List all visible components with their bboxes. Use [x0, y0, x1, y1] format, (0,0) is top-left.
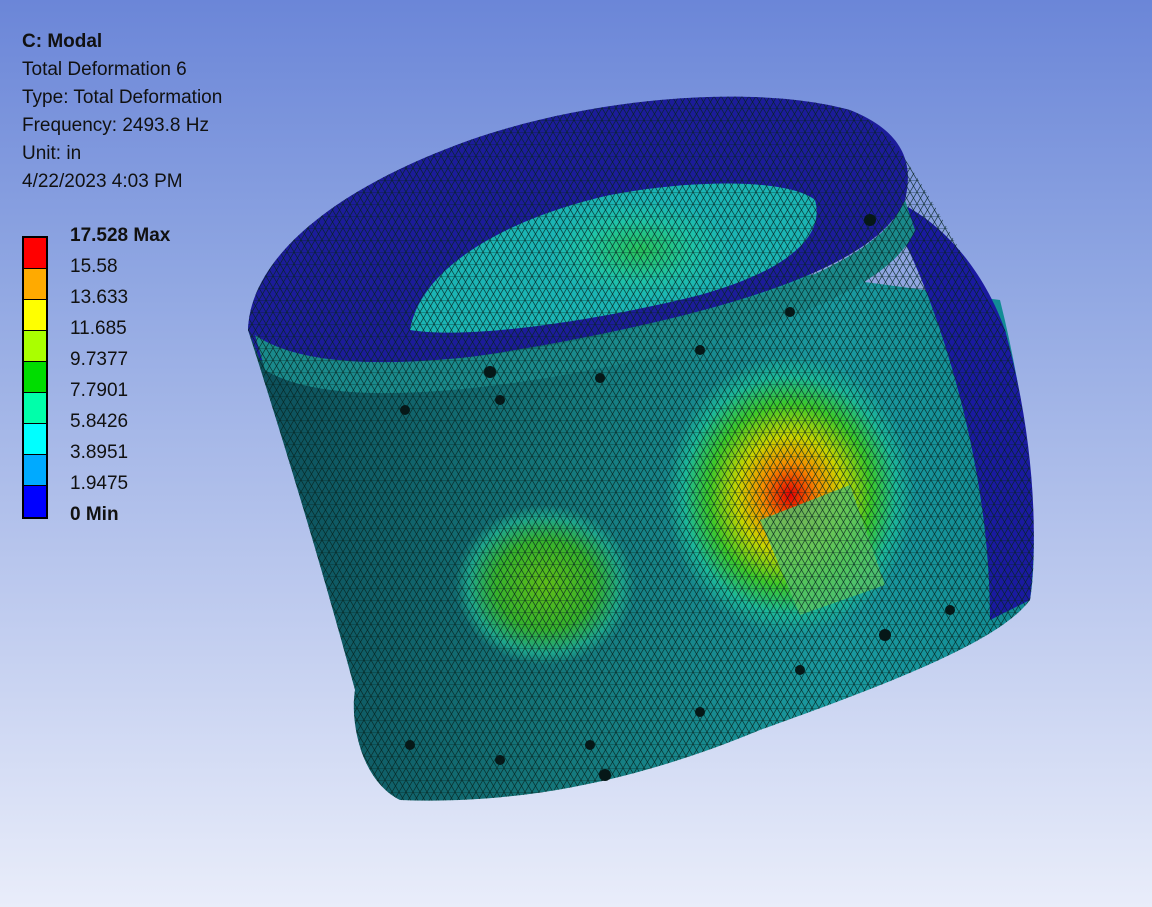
legend-label: 7.7901	[70, 380, 129, 401]
mesh-overlay	[248, 96, 1034, 801]
legend-label: 11.685	[70, 318, 127, 339]
result-frequency: Frequency: 2493.8 Hz	[22, 115, 209, 136]
graphics-viewport[interactable]: C: Modal Total Deformation 6 Type: Total…	[0, 0, 1152, 907]
legend-band	[24, 424, 46, 455]
legend-band	[24, 393, 46, 424]
legend-label: 9.7377	[70, 349, 129, 370]
legend-band	[24, 269, 46, 300]
result-name: Total Deformation 6	[22, 59, 187, 80]
legend-band	[24, 362, 46, 393]
legend-label-min: 0 Min	[70, 504, 119, 525]
legend-band	[24, 238, 46, 269]
result-info: C: Modal Total Deformation 6 Type: Total…	[22, 28, 222, 196]
legend-color-bar[interactable]	[22, 236, 48, 519]
legend-label: 3.8951	[70, 442, 129, 463]
legend-band	[24, 300, 46, 331]
result-timestamp: 4/22/2023 4:03 PM	[22, 171, 183, 192]
legend-label: 5.8426	[70, 411, 129, 432]
legend-band	[24, 455, 46, 486]
result-type: Type: Total Deformation	[22, 87, 223, 108]
analysis-system-title: C: Modal	[22, 31, 103, 52]
legend-band	[24, 486, 46, 517]
legend-label: 15.58	[70, 256, 118, 277]
legend-label-max: 17.528 Max	[70, 225, 171, 246]
legend-label: 1.9475	[70, 473, 129, 494]
result-unit: Unit: in	[22, 143, 82, 164]
legend-band	[24, 331, 46, 362]
legend-label: 13.633	[70, 287, 129, 308]
